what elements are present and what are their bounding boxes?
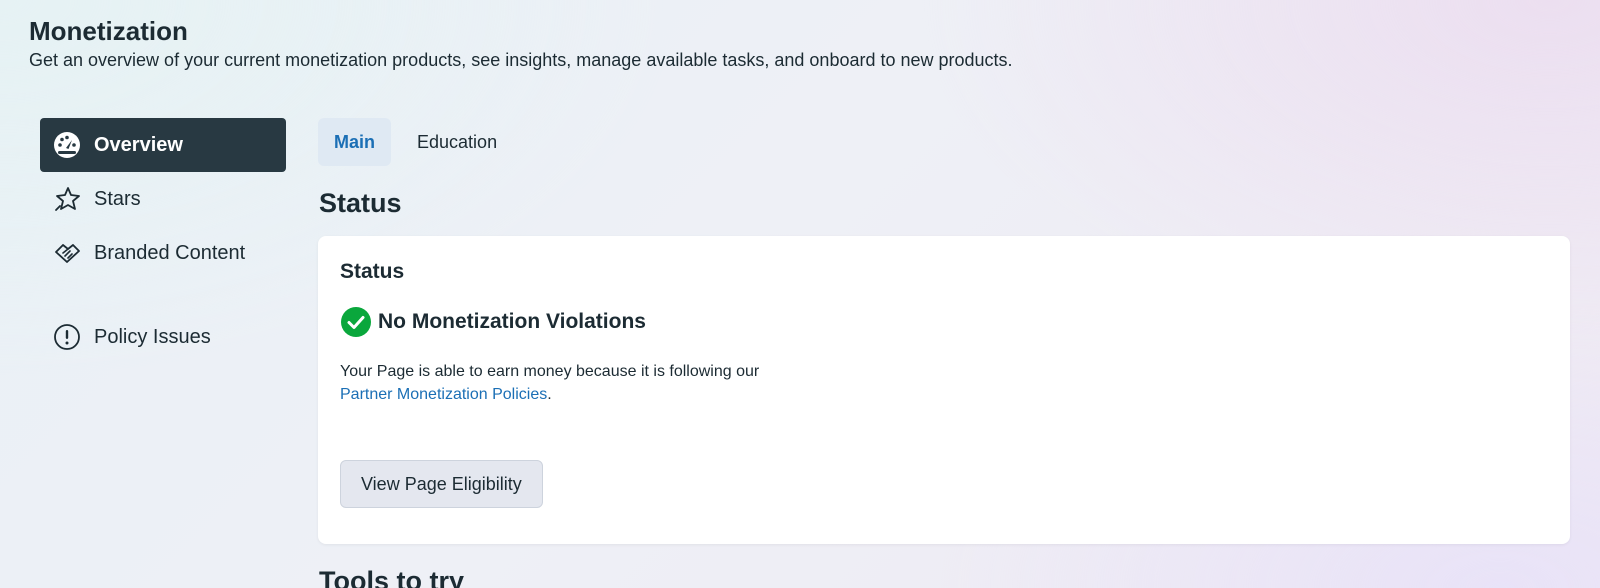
tab-bar: Main Education — [318, 118, 513, 166]
sidebar: Overview Stars Branded Content Policy Is… — [40, 118, 286, 364]
sidebar-item-label: Stars — [94, 187, 141, 210]
status-card: Status No Monetization Violations Your P… — [318, 236, 1570, 544]
section-heading-tools: Tools to try — [319, 566, 464, 588]
tab-main[interactable]: Main — [318, 118, 392, 166]
section-heading-status: Status — [319, 188, 402, 218]
star-icon — [52, 184, 82, 214]
dashboard-icon — [52, 130, 82, 160]
handshake-icon — [52, 238, 82, 268]
sidebar-item-policy-issues[interactable]: Policy Issues — [40, 310, 286, 364]
sidebar-item-label: Branded Content — [94, 241, 246, 264]
sidebar-item-label: Overview — [94, 133, 183, 156]
status-row: No Monetization Violations — [340, 306, 646, 338]
check-circle-icon — [341, 307, 371, 337]
status-text: No Monetization Violations — [378, 310, 646, 333]
description-text: Your Page is able to earn money because … — [340, 363, 760, 380]
status-description: Your Page is able to earn money because … — [340, 360, 860, 406]
page-title: Monetization — [29, 16, 188, 46]
tab-education[interactable]: Education — [401, 118, 513, 166]
partner-monetization-policies-link[interactable]: Partner Monetization Policies — [340, 386, 547, 403]
sidebar-item-stars[interactable]: Stars — [40, 172, 286, 226]
page-subtitle: Get an overview of your current monetiza… — [29, 50, 1013, 70]
exclamation-circle-icon — [52, 322, 82, 352]
description-period: . — [547, 386, 552, 403]
sidebar-item-branded-content[interactable]: Branded Content — [40, 226, 286, 280]
sidebar-item-label: Policy Issues — [94, 325, 211, 348]
sidebar-item-overview[interactable]: Overview — [40, 118, 286, 172]
view-page-eligibility-button[interactable]: View Page Eligibility — [340, 460, 543, 508]
card-title: Status — [340, 260, 405, 283]
